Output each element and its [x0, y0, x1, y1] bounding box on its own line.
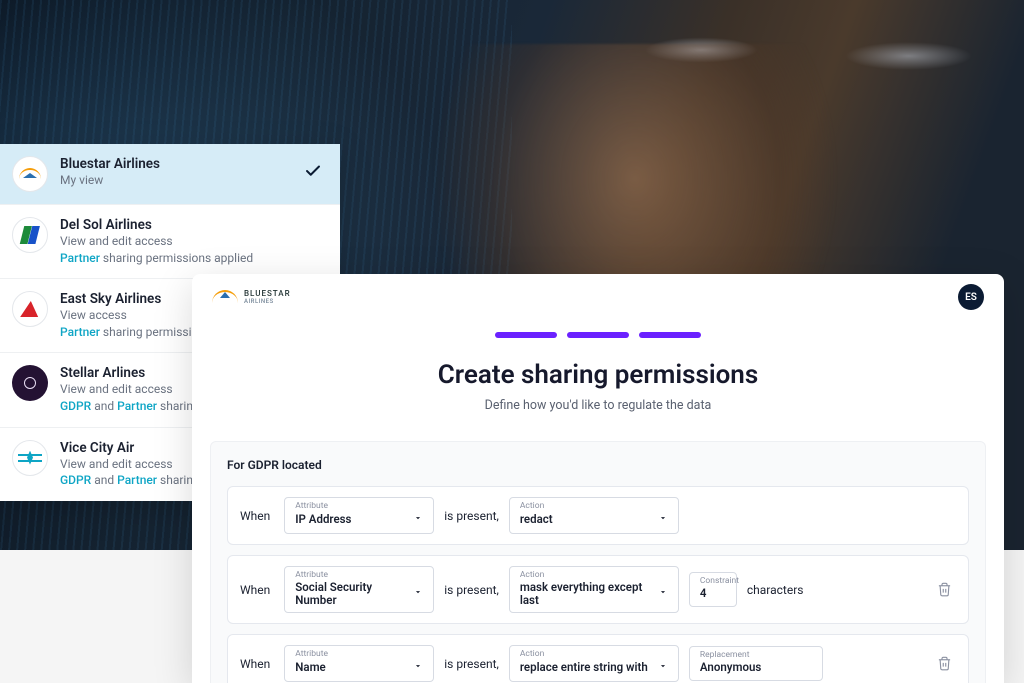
action-select[interactable]: Action replace entire string with: [509, 645, 679, 682]
field-value: 4: [700, 587, 707, 600]
card-topbar: BLUESTARAIRLINES ES: [192, 274, 1004, 314]
field-value: redact: [520, 513, 553, 526]
chevron-down-icon: [413, 508, 423, 527]
rule-row: When Attribute Name is present, Action replac…: [227, 634, 969, 683]
chevron-down-icon: [658, 656, 668, 675]
is-present-label: is present,: [444, 509, 499, 523]
field-value: IP Address: [295, 513, 351, 526]
field-label: Action: [520, 649, 544, 659]
when-label: When: [240, 583, 270, 597]
action-select[interactable]: Actionmask everything except last: [509, 566, 679, 613]
chevron-down-icon: [413, 656, 423, 675]
airline-logo-icon: [12, 365, 48, 401]
step-3: [639, 332, 701, 338]
attribute-select[interactable]: Attribute IP Address: [284, 497, 434, 534]
airline-access: My view: [60, 173, 324, 189]
field-label: Action: [520, 570, 544, 580]
when-label: When: [240, 509, 270, 523]
field-value: Social Security Number: [295, 581, 403, 606]
progress-stepper: [192, 332, 1004, 338]
is-present-label: is present,: [444, 657, 499, 671]
replacement-input[interactable]: ReplacementAnonymous: [689, 646, 823, 681]
field-label: Constraint: [700, 576, 739, 586]
brand: BLUESTARAIRLINES: [212, 289, 291, 305]
field-label: Attribute: [295, 649, 328, 659]
section-label: For GDPR located: [227, 458, 969, 472]
field-label: Attribute: [295, 501, 328, 511]
step-2: [567, 332, 629, 338]
airline-item[interactable]: Del Sol AirlinesView and edit accessPart…: [0, 205, 340, 279]
airline-logo-icon: [12, 217, 48, 253]
field-label: Action: [520, 501, 544, 511]
airline-name: Bluestar Airlines: [60, 156, 324, 172]
chevron-down-icon: [658, 508, 668, 527]
brand-logo-icon: [212, 290, 238, 304]
airline-logo-icon: [12, 291, 48, 327]
when-label: When: [240, 657, 270, 671]
airline-item[interactable]: Bluestar AirlinesMy view: [0, 144, 340, 205]
field-label: Attribute: [295, 570, 328, 580]
is-present-label: is present,: [444, 583, 499, 597]
delete-rule-button[interactable]: [932, 578, 956, 602]
permissions-card: BLUESTARAIRLINES ES Create sharing permi…: [192, 274, 1004, 683]
chevron-down-icon: [658, 582, 668, 601]
rule-row: When Attribute IP Address is present, Action…: [227, 486, 969, 545]
constraint-input[interactable]: Constraint4: [689, 572, 737, 607]
characters-label: characters: [747, 583, 804, 597]
rules-form: For GDPR located When Attribute IP Address…: [210, 441, 986, 683]
attribute-select[interactable]: AttributeSocial Security Number: [284, 566, 434, 613]
airline-permissions: Partner sharing permissions applied: [60, 251, 324, 267]
field-value: replace entire string with: [520, 661, 648, 674]
airline-logo-icon: [12, 156, 48, 192]
field-value: mask everything except last: [520, 581, 648, 606]
airline-logo-icon: [12, 440, 48, 476]
page-title: Create sharing permissions: [192, 360, 1004, 390]
delete-rule-button[interactable]: [932, 652, 956, 676]
field-label: Replacement: [700, 650, 750, 660]
field-value: Anonymous: [700, 661, 761, 674]
page-subtitle: Define how you'd like to regulate the da…: [192, 398, 1004, 413]
chevron-down-icon: [413, 582, 423, 601]
field-value: Name: [295, 661, 326, 674]
rule-row: When AttributeSocial Security Number is pr…: [227, 555, 969, 624]
airline-access: View and edit access: [60, 234, 324, 250]
airline-name: Del Sol Airlines: [60, 217, 324, 233]
user-avatar[interactable]: ES: [958, 284, 984, 310]
action-select[interactable]: Action redact: [509, 497, 679, 534]
step-1: [495, 332, 557, 338]
attribute-select[interactable]: Attribute Name: [284, 645, 434, 682]
brand-name: BLUESTARAIRLINES: [244, 289, 291, 305]
check-icon: [304, 162, 322, 184]
